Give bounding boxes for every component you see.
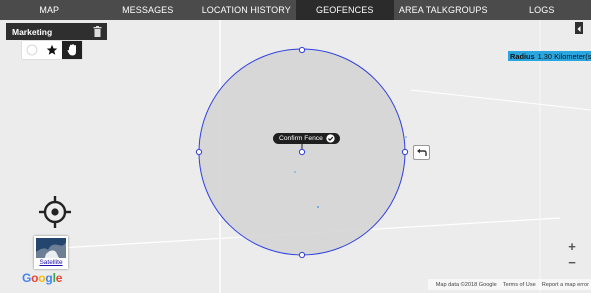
hand-icon xyxy=(66,44,76,56)
map-point xyxy=(405,136,407,138)
geofence-layer xyxy=(195,46,409,259)
locate-button[interactable] xyxy=(36,193,74,231)
tab-messages[interactable]: MESSAGES xyxy=(99,0,198,20)
collapse-panel-button[interactable] xyxy=(575,22,583,34)
zoom-out-button[interactable]: − xyxy=(563,254,581,270)
resize-handle-left[interactable] xyxy=(195,148,203,156)
tab-area-talkgroups[interactable]: AREA TALKGROUPS xyxy=(394,0,493,20)
tab-bar: MAP MESSAGES LOCATION HISTORY GEOFENCES … xyxy=(0,0,591,20)
trash-icon[interactable] xyxy=(93,26,102,37)
star-icon xyxy=(46,44,58,55)
tab-geofences[interactable]: GEOFENCES xyxy=(295,0,394,20)
check-icon xyxy=(326,134,335,143)
google-logo: Google xyxy=(22,271,63,285)
radius-label: Radius xyxy=(510,51,535,61)
map-data-credit: Map data ©2018 Google xyxy=(435,281,497,288)
group-header: Marketing xyxy=(6,23,107,40)
tab-logs[interactable]: LOGS xyxy=(493,0,591,20)
terms-of-use-link[interactable]: Terms of Use xyxy=(503,282,536,288)
confirm-fence-button[interactable]: Confirm Fence xyxy=(273,133,340,144)
tab-location-history[interactable]: LOCATION HISTORY xyxy=(197,0,296,20)
report-map-error-link[interactable]: Report a map error xyxy=(542,282,589,288)
radius-readout: Radius 1.30 Kilometer(s) xyxy=(508,51,591,61)
map-attribution: Map data ©2018 Google Terms of Use Repor… xyxy=(427,279,591,290)
pan-tool[interactable] xyxy=(62,41,82,59)
map-point xyxy=(317,206,319,208)
circle-icon xyxy=(26,44,38,56)
star-tool[interactable] xyxy=(42,41,62,59)
zoom-in-button[interactable]: + xyxy=(563,238,581,254)
map-canvas[interactable]: Confirm Fence xyxy=(0,20,591,293)
circle-tool[interactable] xyxy=(22,41,42,59)
satellite-toggle[interactable]: Satellite xyxy=(34,236,68,269)
resize-handle-top[interactable] xyxy=(298,46,306,54)
confirm-fence-label: Confirm Fence xyxy=(279,135,323,142)
tab-map[interactable]: MAP xyxy=(0,0,99,20)
undo-icon xyxy=(417,148,427,156)
undo-button[interactable] xyxy=(413,145,430,160)
resize-handle-right[interactable] xyxy=(401,148,409,156)
center-handle[interactable] xyxy=(298,148,306,156)
group-name: Marketing xyxy=(12,26,53,37)
shape-tools xyxy=(22,41,82,59)
crosshair-icon xyxy=(39,196,71,228)
caret-left-icon xyxy=(577,26,581,32)
satellite-label: Satellite xyxy=(36,258,66,267)
radius-value: 1.30 Kilometer(s) xyxy=(537,51,591,61)
map-point xyxy=(294,171,296,173)
satellite-thumbnail-icon xyxy=(36,238,66,260)
resize-handle-bottom[interactable] xyxy=(298,251,306,259)
